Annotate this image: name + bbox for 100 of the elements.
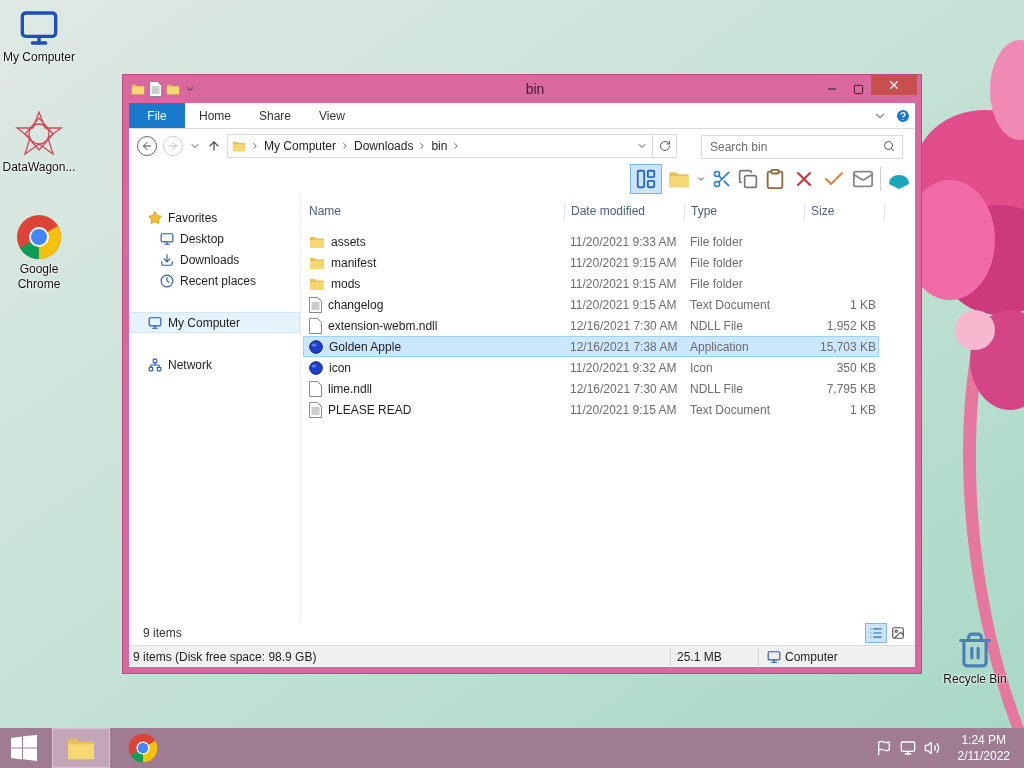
close-button[interactable] [871, 75, 917, 95]
column-header[interactable]: Date modified [565, 202, 685, 220]
flag-icon[interactable] [875, 740, 892, 756]
file-row[interactable]: extension-webm.ndll 12/16/2021 7:30 AM NDLL File 1,952 KB [303, 315, 879, 336]
details-view-button[interactable] [865, 623, 887, 643]
recycle-bin-icon [956, 630, 994, 670]
column-header[interactable]: Size [805, 202, 885, 220]
file-name: manifest [331, 254, 377, 272]
sidebar-item[interactable]: Recent places [129, 270, 300, 291]
star-icon [148, 210, 162, 225]
sidebar-item[interactable]: My Computer [129, 312, 300, 333]
dropdown-icon[interactable] [696, 174, 706, 184]
file-type: Application [689, 338, 750, 356]
status-summary: 9 items (Disk free space: 98.9 GB) [132, 648, 318, 666]
refresh-icon[interactable] [658, 140, 671, 152]
orb-icon [309, 339, 323, 354]
date-modified: 11/20/2021 9:33 AM [569, 233, 678, 251]
file-size: 1 KB [849, 296, 876, 314]
file-row[interactable]: lime.ndll 12/16/2021 7:30 AM NDLL File 7,795 KB [303, 378, 879, 399]
clock-time[interactable]: 1:24 PM [961, 732, 1007, 748]
file-size: 1,952 KB [825, 317, 876, 335]
ribbon-tab[interactable]: Share [245, 103, 306, 128]
text-document-icon [309, 401, 322, 418]
file-tab[interactable]: File [129, 103, 185, 128]
help-icon[interactable] [895, 107, 911, 124]
date-modified: 11/20/2021 9:32 AM [569, 359, 678, 377]
file-name: lime.ndll [328, 380, 372, 398]
folder-icon [309, 234, 325, 249]
breadcrumb[interactable]: My Computer [264, 137, 337, 155]
sidebar-item[interactable]: Downloads [129, 249, 300, 270]
file-size: 1 KB [849, 401, 876, 419]
computer-icon [19, 8, 59, 48]
file-name: changelog [328, 296, 384, 314]
chrome-icon [128, 733, 158, 763]
item-count: 9 items [143, 625, 183, 642]
sidebar-item-icon [160, 231, 174, 246]
text-document-icon [309, 296, 322, 313]
desktop-icon-label[interactable]: Google Chrome [0, 262, 78, 292]
maximize-icon [852, 83, 864, 95]
file-row[interactable]: changelog 11/20/2021 9:15 AM Text Document 1 KB [303, 294, 879, 315]
column-header[interactable]: Name [303, 202, 565, 220]
breadcrumb-separator-icon [250, 141, 260, 151]
chrome-icon [16, 214, 62, 260]
date-modified: 12/16/2021 7:38 AM [569, 338, 679, 356]
paste-icon[interactable] [764, 168, 786, 190]
forward-arrow-icon [167, 140, 179, 152]
ribbon-tab[interactable]: View [305, 103, 359, 128]
file-row[interactable]: manifest 11/20/2021 9:15 AM File folder [303, 252, 879, 273]
file-name: assets [331, 233, 366, 251]
status-size: 25.1 MB [670, 647, 758, 666]
sidebar-item-icon [160, 273, 174, 288]
search-icon [883, 140, 895, 152]
folder-icon [166, 82, 180, 96]
preview-pane-button[interactable] [630, 164, 662, 194]
orb-icon [309, 360, 323, 375]
file-name: Golden Apple [329, 338, 402, 356]
desktop-icon-label[interactable]: My Computer [3, 50, 75, 65]
file-name: mods [331, 275, 361, 293]
status-location: Computer [785, 648, 838, 666]
sidebar-item[interactable]: Network [129, 354, 300, 375]
envelope-icon[interactable] [852, 168, 874, 190]
speaker-icon[interactable] [923, 740, 940, 756]
breadcrumb[interactable]: bin [431, 137, 448, 155]
folder-icon [309, 276, 325, 291]
file-size: 350 KB [835, 359, 876, 377]
date-modified: 11/20/2021 9:15 AM [569, 254, 678, 272]
file-row[interactable]: mods 11/20/2021 9:15 AM File folder [303, 273, 879, 294]
folder-icon [131, 82, 145, 96]
file-row[interactable]: assets 11/20/2021 9:33 AM File folder [303, 231, 879, 252]
file-size: 7,795 KB [825, 380, 876, 398]
column-header[interactable]: Type [685, 202, 805, 220]
file-name: extension-webm.ndll [328, 317, 438, 335]
up-icon[interactable] [207, 139, 221, 153]
close-icon [887, 78, 901, 92]
breadcrumb[interactable]: Downloads [354, 137, 414, 155]
sidebar-item[interactable]: Favorites [129, 207, 300, 228]
date-modified: 11/20/2021 9:15 AM [569, 401, 678, 419]
window-title: bin [524, 79, 546, 99]
file-type: File folder [689, 254, 744, 272]
cut-icon[interactable] [712, 169, 732, 189]
search-field[interactable]: Search bin [701, 135, 903, 159]
file-row[interactable]: icon 11/20/2021 9:32 AM Icon 350 KB [303, 357, 879, 378]
file-row[interactable]: Golden Apple 12/16/2021 7:38 AM Application 15,703 KB [303, 336, 879, 357]
file-name: PLEASE READ [328, 401, 412, 419]
details-list-icon [869, 626, 883, 640]
sidebar-item[interactable]: Desktop [129, 228, 300, 249]
file-icon [309, 380, 322, 397]
copy-icon[interactable] [738, 169, 758, 189]
windows-logo-icon [11, 735, 37, 761]
address-bar[interactable]: My Computer Downloads bin [227, 134, 677, 158]
star-mandala-icon [15, 110, 63, 158]
file-type: File folder [689, 233, 744, 251]
image-icon [891, 626, 905, 640]
file-type: File folder [689, 275, 744, 293]
sidebar-item-icon [160, 252, 174, 267]
file-row[interactable]: PLEASE READ 11/20/2021 9:15 AM Text Document 1 KB [303, 399, 879, 420]
ribbon-tab[interactable]: Home [185, 103, 245, 128]
desktop-icon-label[interactable]: DataWagon... [2, 160, 76, 175]
desktop-icon-label[interactable]: Recycle Bin [943, 672, 1007, 687]
clock-date[interactable]: 2/11/2022 [957, 748, 1010, 764]
